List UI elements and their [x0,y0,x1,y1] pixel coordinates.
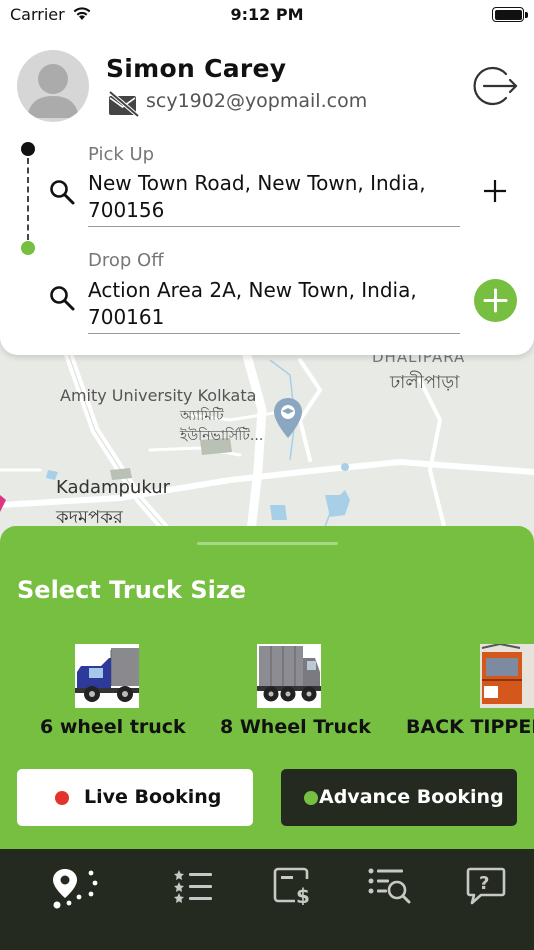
tab-rated-list[interactable] [141,849,247,949]
search-icon [50,180,75,205]
avatar[interactable] [17,50,89,122]
truck-option[interactable]: BACK TIPPER [390,642,534,742]
user-placeholder-icon [27,64,79,118]
dropoff-dot [21,241,35,255]
tab-help[interactable]: ? [433,849,534,949]
dropoff-label: Drop Off [88,250,164,271]
tab-payments[interactable]: $ [240,849,346,949]
advance-indicator-dot [304,791,318,805]
map-label-dhalipara-bengali: ঢালীপাড়া [390,372,460,393]
add-stop-icon[interactable] [482,178,508,204]
add-destination-button[interactable] [474,279,517,322]
blue-truck-image [75,644,139,708]
tab-route[interactable] [22,849,128,949]
truck-carousel[interactable]: 6 wheel truck 8 Wheel Truck BACK TIPPER [0,642,534,742]
sheet-drag-handle[interactable] [197,542,338,545]
truck-name: 8 Wheel Truck [220,716,371,738]
payment-icon: $ [273,867,310,905]
battery-icon [492,7,524,22]
trip-header-card: Simon Carey scy1902@yopmail.com Pick Up … [0,30,534,355]
svg-text:?: ? [479,873,489,894]
truck-name: BACK TIPPER [406,716,534,738]
live-indicator-dot [55,791,69,805]
status-bar: Carrier 9:12 PM [0,0,534,30]
search-list-icon [368,868,411,904]
live-booking-label: Live Booking [84,786,222,808]
live-booking-button[interactable]: Live Booking [17,769,253,826]
grey-truck-image [257,644,321,708]
pickup-label: Pick Up [88,144,155,165]
svg-text:$: $ [296,884,310,905]
pickup-dot [21,142,35,156]
truck-selection-sheet: Select Truck Size 6 wheel truck 8 Wheel … [0,526,534,856]
truck-option[interactable]: 6 wheel truck [0,642,200,742]
sheet-title: Select Truck Size [17,576,247,604]
orange-tipper-image [480,644,534,708]
advance-booking-label: Advance Booking [319,786,504,808]
advance-booking-button[interactable]: Advance Booking [281,769,517,826]
email-unverified-icon [108,90,140,118]
tab-search-history[interactable] [337,849,443,949]
clock-label: 9:12 PM [230,5,304,24]
help-icon: ? [466,867,506,905]
pickup-address-input[interactable]: New Town Road, New Town, India, 700156 [88,170,460,227]
map-label-kadampukur: Kadampukur [56,477,171,498]
truck-option[interactable]: 8 Wheel Truck [200,642,380,742]
search-icon [50,286,75,311]
route-map-icon [53,869,98,909]
map-label-amity-bengali: অ্যামিটি ইউনিভার্সিটি... [180,408,264,444]
dropoff-address-input[interactable]: Action Area 2A, New Town, India, 700161 [88,277,460,334]
user-name: Simon Carey [106,54,287,83]
bottom-tab-bar: $ ? [0,849,534,950]
rated-list-icon [174,870,212,903]
truck-name: 6 wheel truck [40,716,186,738]
logout-icon[interactable] [470,63,520,109]
user-email: scy1902@yopmail.com [146,90,368,112]
plus-icon [483,288,508,313]
map-label-amity: Amity University Kolkata [60,386,257,405]
route-connector [27,158,29,240]
